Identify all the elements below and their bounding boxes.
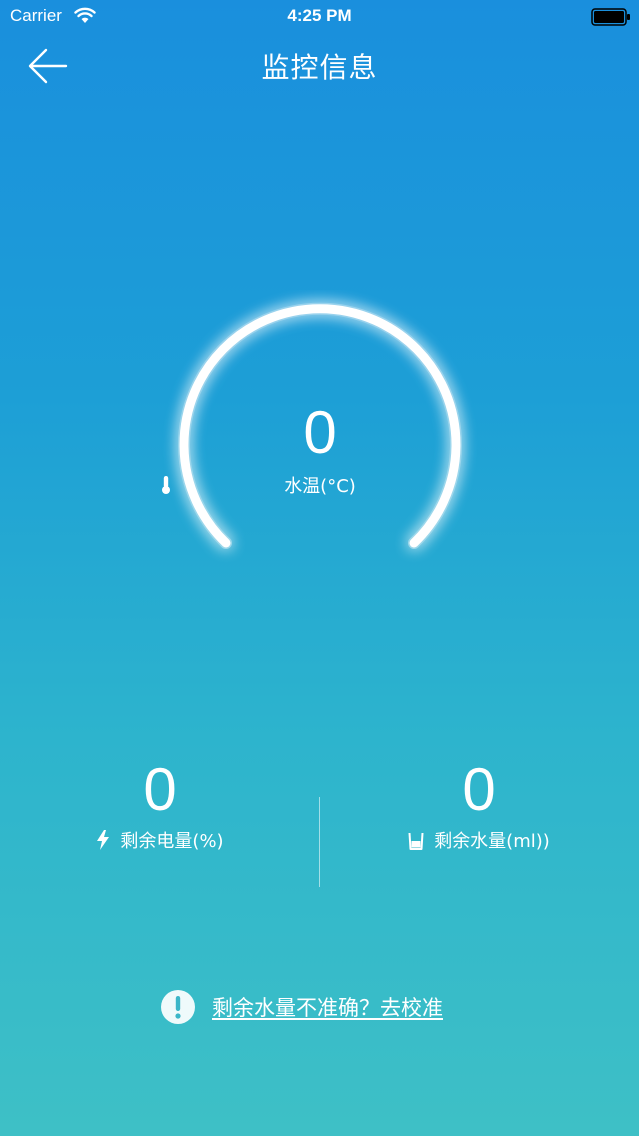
water-label-row: 剩余水量(ml)) xyxy=(319,830,639,854)
lightning-icon xyxy=(97,830,110,850)
page-title: 监控信息 xyxy=(261,51,378,84)
water-temperature-label: 水温(°C) xyxy=(284,476,356,497)
water-temperature-gauge: 0 水温(°C) xyxy=(160,290,480,610)
battery-label: 剩余电量(%) xyxy=(120,831,224,852)
battery-stat: 0 剩余电量(%) xyxy=(0,755,320,854)
back-button[interactable] xyxy=(22,44,72,88)
water-stat: 0 剩余水量(ml)) xyxy=(319,755,639,854)
navigation-bar: 监控信息 xyxy=(0,34,639,98)
water-temperature-value: 0 xyxy=(303,399,337,466)
alert-icon xyxy=(161,990,195,1024)
battery-label-row: 剩余电量(%) xyxy=(0,830,320,854)
stats-panel: 0 剩余电量(%) 0 剩余水量(ml)) xyxy=(0,755,639,887)
cup-icon xyxy=(408,832,424,850)
water-temperature-label-row: 水温(°C) xyxy=(160,475,480,499)
calibrate-link[interactable]: 剩余水量不准确？去校准 xyxy=(212,992,443,1022)
back-arrow-icon xyxy=(28,48,68,84)
battery-icon xyxy=(591,8,630,26)
water-value: 0 xyxy=(462,756,496,823)
battery-value: 0 xyxy=(143,756,177,823)
status-time: 4:25 PM xyxy=(287,6,352,25)
calibration-prompt: 剩余水量不准确？去校准 xyxy=(160,985,443,1029)
water-label: 剩余水量(ml)) xyxy=(434,831,550,852)
status-bar: Carrier 4:25 PM xyxy=(0,0,639,34)
thermometer-icon xyxy=(162,476,170,494)
